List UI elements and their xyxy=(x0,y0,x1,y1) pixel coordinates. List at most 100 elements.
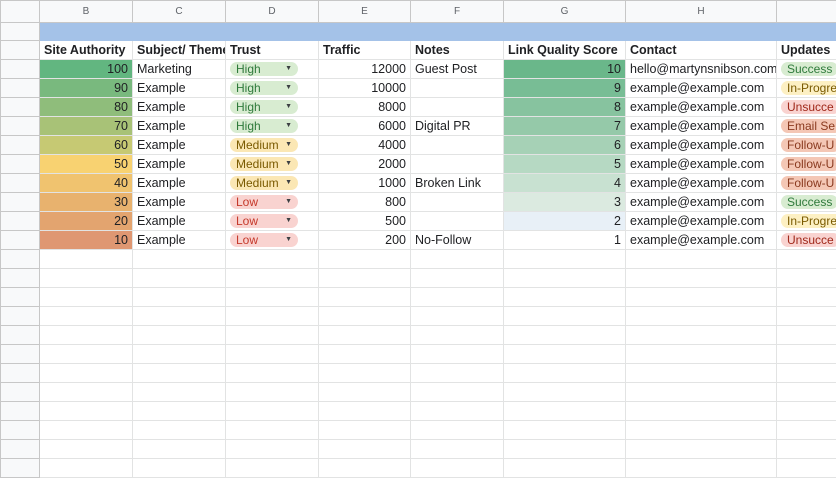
empty-cell[interactable] xyxy=(39,401,133,421)
notes-cell[interactable] xyxy=(410,97,504,117)
empty-cell[interactable] xyxy=(503,363,626,383)
empty-cell[interactable] xyxy=(225,458,319,478)
empty-cell[interactable] xyxy=(39,458,133,478)
link-quality-cell[interactable]: 2 xyxy=(503,211,626,231)
empty-cell[interactable] xyxy=(625,287,777,307)
empty-cell[interactable] xyxy=(625,382,777,402)
subject-cell[interactable]: Example xyxy=(132,135,226,155)
empty-cell[interactable] xyxy=(39,249,133,269)
row-number[interactable] xyxy=(0,116,40,136)
empty-cell[interactable] xyxy=(225,382,319,402)
trust-dropdown[interactable]: Low ▼ xyxy=(230,233,298,247)
empty-cell[interactable] xyxy=(503,344,626,364)
row-number[interactable] xyxy=(0,420,40,440)
link-quality-cell[interactable]: 9 xyxy=(503,78,626,98)
column-header-f[interactable]: F xyxy=(410,0,504,23)
corner-cell[interactable] xyxy=(0,0,40,23)
banner-cell[interactable] xyxy=(503,22,626,41)
row-number[interactable] xyxy=(0,59,40,79)
column-header-i[interactable] xyxy=(776,0,836,23)
header-site-authority[interactable]: Site Authority xyxy=(39,40,133,60)
trust-dropdown[interactable]: High ▼ xyxy=(230,62,298,76)
row-number[interactable] xyxy=(0,22,40,41)
trust-dropdown[interactable]: Low ▼ xyxy=(230,195,298,209)
header-trust[interactable]: Trust xyxy=(225,40,319,60)
empty-cell[interactable] xyxy=(225,287,319,307)
row-number[interactable] xyxy=(0,249,40,269)
header-traffic[interactable]: Traffic xyxy=(318,40,411,60)
site-authority-cell[interactable]: 20 xyxy=(39,211,133,231)
empty-cell[interactable] xyxy=(625,420,777,440)
empty-cell[interactable] xyxy=(39,287,133,307)
column-header-g[interactable]: G xyxy=(503,0,626,23)
empty-cell[interactable] xyxy=(410,363,504,383)
link-quality-cell[interactable]: 5 xyxy=(503,154,626,174)
notes-cell[interactable] xyxy=(410,192,504,212)
empty-cell[interactable] xyxy=(318,268,411,288)
updates-cell[interactable]: Unsucce xyxy=(776,97,836,117)
empty-cell[interactable] xyxy=(776,268,836,288)
empty-cell[interactable] xyxy=(39,344,133,364)
updates-cell[interactable]: Follow-U xyxy=(776,135,836,155)
link-quality-cell[interactable]: 7 xyxy=(503,116,626,136)
empty-cell[interactable] xyxy=(776,363,836,383)
empty-cell[interactable] xyxy=(625,344,777,364)
contact-cell[interactable]: example@example.com xyxy=(625,211,777,231)
column-header-h[interactable]: H xyxy=(625,0,777,23)
site-authority-cell[interactable]: 50 xyxy=(39,154,133,174)
row-number[interactable] xyxy=(0,458,40,478)
empty-cell[interactable] xyxy=(410,268,504,288)
row-number[interactable] xyxy=(0,78,40,98)
empty-cell[interactable] xyxy=(503,458,626,478)
empty-cell[interactable] xyxy=(625,363,777,383)
empty-cell[interactable] xyxy=(776,344,836,364)
empty-cell[interactable] xyxy=(625,401,777,421)
traffic-cell[interactable]: 2000 xyxy=(318,154,411,174)
row-number[interactable] xyxy=(0,382,40,402)
row-number[interactable] xyxy=(0,344,40,364)
trust-dropdown[interactable]: Medium ▼ xyxy=(230,176,298,190)
empty-cell[interactable] xyxy=(225,249,319,269)
traffic-cell[interactable]: 800 xyxy=(318,192,411,212)
contact-cell[interactable]: example@example.com xyxy=(625,97,777,117)
site-authority-cell[interactable]: 90 xyxy=(39,78,133,98)
empty-cell[interactable] xyxy=(132,268,226,288)
row-number[interactable] xyxy=(0,401,40,421)
updates-cell[interactable]: Success xyxy=(776,192,836,212)
banner-cell[interactable] xyxy=(39,22,133,41)
link-quality-cell[interactable]: 6 xyxy=(503,135,626,155)
row-number[interactable] xyxy=(0,40,40,60)
updates-cell[interactable]: Unsucce xyxy=(776,230,836,250)
status-badge[interactable]: In-Progre xyxy=(781,81,836,95)
empty-cell[interactable] xyxy=(225,268,319,288)
link-quality-cell[interactable]: 8 xyxy=(503,97,626,117)
updates-cell[interactable]: Follow-U xyxy=(776,173,836,193)
link-quality-cell[interactable]: 1 xyxy=(503,230,626,250)
row-number[interactable] xyxy=(0,211,40,231)
subject-cell[interactable]: Example xyxy=(132,97,226,117)
empty-cell[interactable] xyxy=(625,306,777,326)
notes-cell[interactable]: Digital PR xyxy=(410,116,504,136)
updates-cell[interactable]: In-Progre xyxy=(776,211,836,231)
subject-cell[interactable]: Marketing xyxy=(132,59,226,79)
empty-cell[interactable] xyxy=(132,363,226,383)
trust-cell[interactable]: Medium ▼ xyxy=(225,154,319,174)
empty-cell[interactable] xyxy=(39,306,133,326)
trust-dropdown[interactable]: Low ▼ xyxy=(230,214,298,228)
empty-cell[interactable] xyxy=(132,401,226,421)
empty-cell[interactable] xyxy=(318,344,411,364)
empty-cell[interactable] xyxy=(318,306,411,326)
banner-cell[interactable] xyxy=(776,22,836,41)
status-badge[interactable]: Follow-U xyxy=(781,176,836,190)
row-number[interactable] xyxy=(0,192,40,212)
subject-cell[interactable]: Example xyxy=(132,192,226,212)
empty-cell[interactable] xyxy=(776,401,836,421)
subject-cell[interactable]: Example xyxy=(132,211,226,231)
row-number[interactable] xyxy=(0,268,40,288)
row-number[interactable] xyxy=(0,306,40,326)
subject-cell[interactable]: Example xyxy=(132,116,226,136)
subject-cell[interactable]: Example xyxy=(132,78,226,98)
empty-cell[interactable] xyxy=(318,401,411,421)
header-updates[interactable]: Updates xyxy=(776,40,836,60)
row-number[interactable] xyxy=(0,230,40,250)
